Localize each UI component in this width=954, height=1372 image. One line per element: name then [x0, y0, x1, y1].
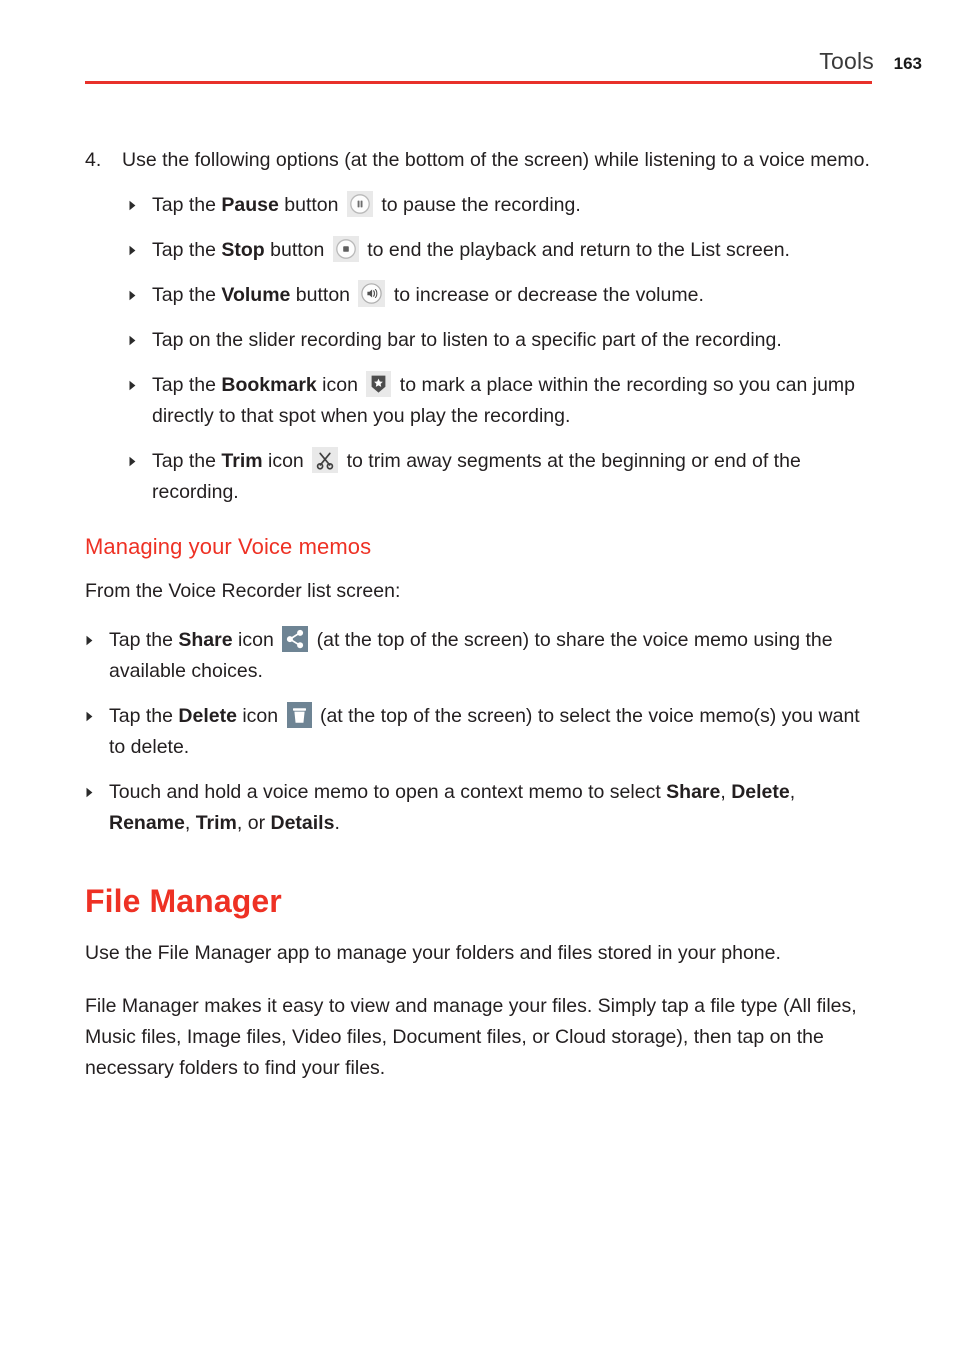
- text-run: Tap the: [109, 705, 179, 727]
- text-run: to increase or decrease the volume.: [388, 284, 704, 306]
- stop-button-icon[interactable]: [332, 236, 359, 262]
- bullet-text: Touch and hold a voice memo to open a co…: [109, 777, 875, 839]
- text-run: to pause the recording.: [375, 194, 581, 216]
- text-run: Tap the: [152, 374, 222, 396]
- emphasis-term: Stop: [221, 239, 265, 261]
- bullet-marker-icon: [85, 701, 109, 722]
- volume-button-icon[interactable]: [358, 280, 386, 307]
- emphasis-term: Volume: [221, 284, 291, 306]
- step-number: 4.: [85, 149, 102, 171]
- bullet-marker-icon: [128, 280, 152, 301]
- bookmark-icon[interactable]: [366, 371, 392, 397]
- emphasis-term: Pause: [221, 194, 279, 216]
- bullet-text: Tap the Pause button to pause the record…: [152, 190, 875, 221]
- text-run: button: [290, 284, 356, 306]
- step-bullet-pause: Tap the Pause button to pause the record…: [128, 190, 875, 221]
- managing-intro-paragraph: From the Voice Recorder list screen:: [85, 580, 401, 602]
- emphasis-term: Details: [270, 812, 335, 834]
- page-content: 4. Use the following options (at the bot…: [85, 145, 875, 1106]
- emphasis-term: Rename: [109, 812, 185, 834]
- running-header: Tools 163: [85, 48, 922, 88]
- emphasis-term: Delete: [731, 781, 790, 803]
- section-heading-file-manager: File Manager: [85, 883, 282, 919]
- header-section-title: Tools: [819, 48, 874, 74]
- text-run: Tap the: [152, 450, 222, 472]
- emphasis-term: Delete: [178, 705, 237, 727]
- bullet-text: Tap on the slider recording bar to liste…: [152, 325, 875, 356]
- step-bullet-slider: Tap on the slider recording bar to liste…: [128, 325, 875, 356]
- bullet-marker-icon: [85, 777, 109, 798]
- managing-bullet-list: Tap the Share icon (at the top of the sc…: [85, 625, 875, 839]
- bullet-marker-icon: [128, 370, 152, 391]
- bullet-marker-icon: [128, 235, 152, 256]
- text-run: Touch and hold a voice memo to open a co…: [109, 781, 667, 803]
- text-run: ,: [184, 812, 196, 834]
- text-run: ,: [720, 781, 732, 803]
- managing-bullet-share: Tap the Share icon (at the top of the sc…: [85, 625, 875, 687]
- document-page: Tools 163 4. Use the following options (…: [0, 0, 954, 1372]
- bullet-marker-icon: [128, 446, 152, 467]
- managing-bullet-delete: Tap the Delete icon (at the top of the s…: [85, 701, 875, 763]
- page-number: 163: [893, 54, 922, 73]
- managing-bullet-context: Touch and hold a voice memo to open a co…: [85, 777, 875, 839]
- pause-button-icon[interactable]: [346, 191, 373, 217]
- text-run: Tap the: [152, 239, 222, 261]
- step-bullet-stop: Tap the Stop button to end the playback …: [128, 235, 875, 266]
- file-manager-paragraph-1: Use the File Manager app to manage your …: [85, 942, 781, 964]
- bullet-marker-icon: [85, 625, 109, 646]
- header-divider-rule: [85, 81, 872, 84]
- numbered-step-4: 4. Use the following options (at the bot…: [85, 145, 875, 176]
- step-bullet-volume: Tap the Volume button to increase or dec…: [128, 280, 875, 311]
- step-text: Use the following options (at the bottom…: [122, 149, 870, 171]
- step-bullet-list: Tap the Pause button to pause the record…: [128, 190, 875, 508]
- file-manager-paragraph-2: File Manager makes it easy to view and m…: [85, 995, 857, 1079]
- emphasis-term: Trim: [221, 450, 263, 472]
- delete-trash-icon[interactable]: [286, 702, 312, 728]
- text-run: , or: [236, 812, 271, 834]
- emphasis-term: Share: [666, 781, 721, 803]
- step-bullet-trim: Tap the Trim icon to trim away segments …: [128, 446, 875, 508]
- text-run: .: [334, 812, 340, 834]
- bullet-text: Tap the Volume button to increase or dec…: [152, 280, 875, 311]
- text-run: Tap the: [109, 629, 179, 651]
- bullet-text: Tap the Delete icon (at the top of the s…: [109, 701, 875, 763]
- text-run: icon: [316, 374, 364, 396]
- text-run: button: [278, 194, 344, 216]
- text-run: icon: [232, 629, 280, 651]
- step-bullet-bookmark: Tap the Bookmark icon to mark a place wi…: [128, 370, 875, 432]
- bullet-text: Tap the Bookmark icon to mark a place wi…: [152, 370, 875, 432]
- emphasis-term: Trim: [195, 812, 237, 834]
- bullet-text: Tap the Trim icon to trim away segments …: [152, 446, 875, 508]
- share-icon[interactable]: [282, 626, 309, 652]
- text-run: icon: [236, 705, 284, 727]
- text-run: icon: [262, 450, 310, 472]
- text-run: Tap the: [152, 284, 222, 306]
- bullet-marker-icon: [128, 325, 152, 346]
- text-run: to end the playback and return to the Li…: [361, 239, 790, 261]
- bullet-text: Tap the Share icon (at the top of the sc…: [109, 625, 875, 687]
- text-run: button: [264, 239, 330, 261]
- bullet-marker-icon: [128, 190, 152, 211]
- text-run: Tap the: [152, 194, 222, 216]
- emphasis-term: Bookmark: [221, 374, 317, 396]
- bullet-text: Tap the Stop button to end the playback …: [152, 235, 875, 266]
- trim-scissors-icon[interactable]: [312, 447, 339, 473]
- text-run: Tap on the slider recording bar to liste…: [152, 329, 782, 351]
- emphasis-term: Share: [178, 629, 233, 651]
- subsection-heading-managing: Managing your Voice memos: [85, 534, 372, 559]
- text-run: ,: [789, 781, 796, 803]
